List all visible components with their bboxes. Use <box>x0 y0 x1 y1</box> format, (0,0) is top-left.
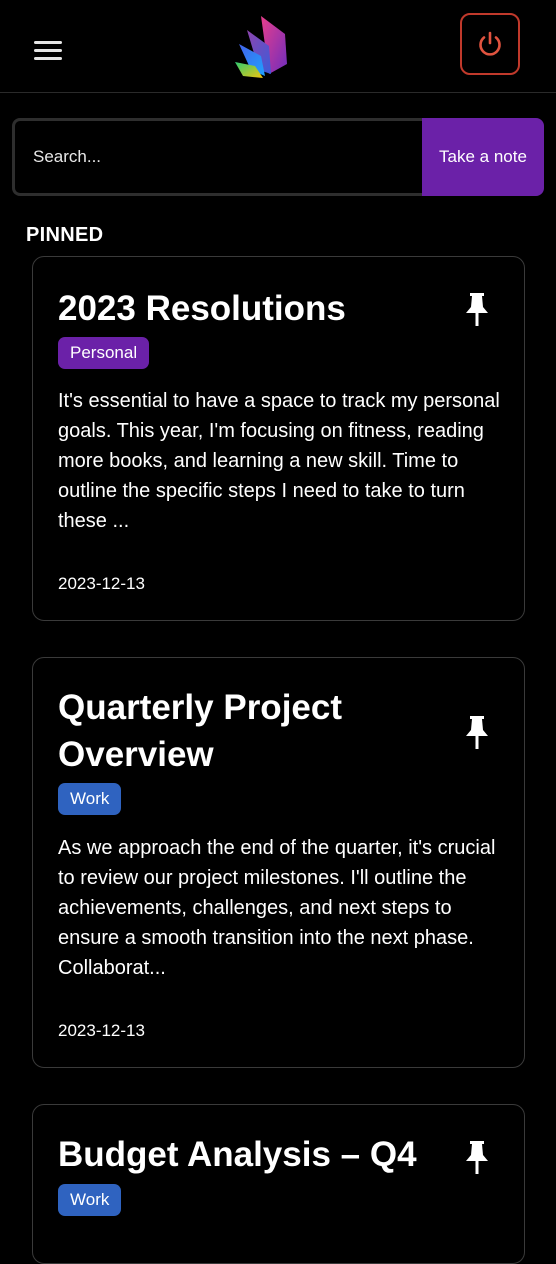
books-logo-icon[interactable] <box>233 14 293 80</box>
take-a-note-button[interactable]: Take a note <box>422 118 544 196</box>
note-tag[interactable]: Work <box>58 783 122 815</box>
note-date: 2023-12-13 <box>58 574 145 593</box>
note-card[interactable]: 2023 Resolutions Personal It's essential… <box>32 256 525 621</box>
note-card[interactable]: Budget Analysis – Q4 Work <box>32 1104 525 1264</box>
note-card[interactable]: Quarterly Project Overview Work As we ap… <box>32 657 525 1068</box>
pinned-section-label: PINNED <box>26 224 104 246</box>
note-date: 2023-12-13 <box>58 1021 145 1040</box>
note-excerpt: It's essential to have a space to track … <box>58 390 500 532</box>
pushpin-icon[interactable] <box>464 716 490 750</box>
note-tag[interactable]: Work <box>58 1184 122 1216</box>
pushpin-icon[interactable] <box>464 1141 490 1175</box>
hamburger-menu-icon[interactable] <box>34 41 62 61</box>
app-header <box>0 0 556 93</box>
note-title: 2023 Resolutions <box>58 289 346 328</box>
note-excerpt: As we approach the end of the quarter, i… <box>58 837 496 979</box>
power-button[interactable] <box>460 13 520 75</box>
pushpin-icon[interactable] <box>464 293 490 327</box>
note-title: Quarterly Project Overview <box>58 688 342 774</box>
power-icon <box>479 31 501 56</box>
search-bar: Take a note <box>12 118 544 196</box>
note-tag[interactable]: Personal <box>58 337 150 369</box>
search-input[interactable] <box>12 118 422 196</box>
note-title: Budget Analysis – Q4 <box>58 1135 417 1174</box>
